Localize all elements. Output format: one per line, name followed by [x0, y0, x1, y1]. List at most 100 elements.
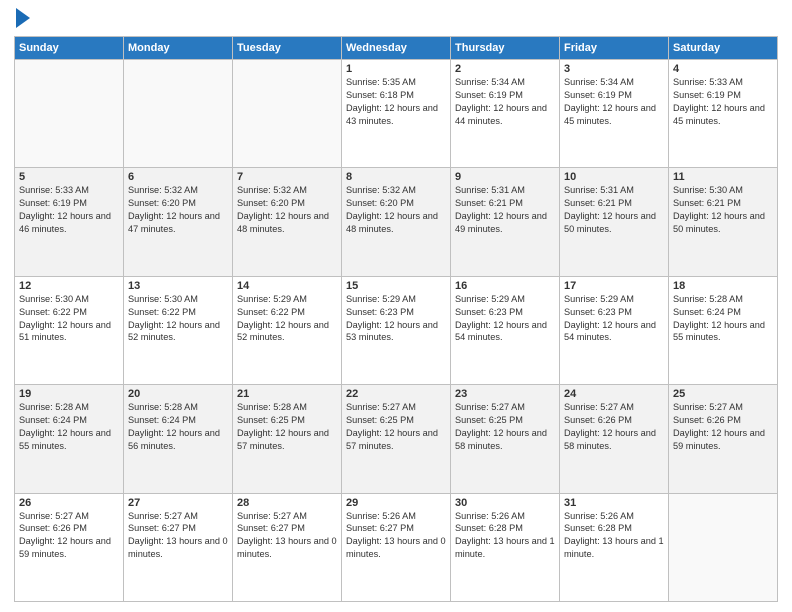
weekday-header: Monday [124, 37, 233, 60]
day-number: 24 [564, 388, 664, 400]
day-info: Sunrise: 5:26 AM Sunset: 6:28 PM Dayligh… [564, 510, 664, 562]
day-info: Sunrise: 5:29 AM Sunset: 6:22 PM Dayligh… [237, 293, 337, 345]
day-info: Sunrise: 5:26 AM Sunset: 6:28 PM Dayligh… [455, 510, 555, 562]
day-info: Sunrise: 5:27 AM Sunset: 6:26 PM Dayligh… [673, 401, 773, 453]
logo-arrow-icon [16, 8, 30, 28]
day-info: Sunrise: 5:29 AM Sunset: 6:23 PM Dayligh… [455, 293, 555, 345]
day-number: 13 [128, 280, 228, 292]
calendar-week-row: 19Sunrise: 5:28 AM Sunset: 6:24 PM Dayli… [15, 385, 778, 493]
calendar-cell [15, 60, 124, 168]
day-info: Sunrise: 5:34 AM Sunset: 6:19 PM Dayligh… [564, 76, 664, 128]
calendar-cell: 15Sunrise: 5:29 AM Sunset: 6:23 PM Dayli… [342, 276, 451, 384]
day-number: 7 [237, 171, 337, 183]
weekday-header: Sunday [15, 37, 124, 60]
day-number: 5 [19, 171, 119, 183]
weekday-header: Friday [560, 37, 669, 60]
calendar-cell: 26Sunrise: 5:27 AM Sunset: 6:26 PM Dayli… [15, 493, 124, 601]
calendar-cell: 19Sunrise: 5:28 AM Sunset: 6:24 PM Dayli… [15, 385, 124, 493]
calendar-week-row: 5Sunrise: 5:33 AM Sunset: 6:19 PM Daylig… [15, 168, 778, 276]
calendar-cell: 8Sunrise: 5:32 AM Sunset: 6:20 PM Daylig… [342, 168, 451, 276]
day-number: 15 [346, 280, 446, 292]
day-info: Sunrise: 5:33 AM Sunset: 6:19 PM Dayligh… [673, 76, 773, 128]
calendar-cell: 27Sunrise: 5:27 AM Sunset: 6:27 PM Dayli… [124, 493, 233, 601]
header [14, 10, 778, 28]
day-number: 26 [19, 497, 119, 509]
calendar-cell: 17Sunrise: 5:29 AM Sunset: 6:23 PM Dayli… [560, 276, 669, 384]
day-number: 22 [346, 388, 446, 400]
day-number: 1 [346, 63, 446, 75]
day-number: 11 [673, 171, 773, 183]
calendar-cell: 4Sunrise: 5:33 AM Sunset: 6:19 PM Daylig… [669, 60, 778, 168]
day-info: Sunrise: 5:30 AM Sunset: 6:21 PM Dayligh… [673, 184, 773, 236]
day-number: 28 [237, 497, 337, 509]
day-number: 12 [19, 280, 119, 292]
day-number: 27 [128, 497, 228, 509]
day-info: Sunrise: 5:32 AM Sunset: 6:20 PM Dayligh… [237, 184, 337, 236]
day-info: Sunrise: 5:32 AM Sunset: 6:20 PM Dayligh… [346, 184, 446, 236]
calendar-cell: 12Sunrise: 5:30 AM Sunset: 6:22 PM Dayli… [15, 276, 124, 384]
weekday-header: Saturday [669, 37, 778, 60]
day-info: Sunrise: 5:27 AM Sunset: 6:25 PM Dayligh… [346, 401, 446, 453]
calendar-cell: 9Sunrise: 5:31 AM Sunset: 6:21 PM Daylig… [451, 168, 560, 276]
day-info: Sunrise: 5:30 AM Sunset: 6:22 PM Dayligh… [19, 293, 119, 345]
calendar-week-row: 26Sunrise: 5:27 AM Sunset: 6:26 PM Dayli… [15, 493, 778, 601]
day-info: Sunrise: 5:30 AM Sunset: 6:22 PM Dayligh… [128, 293, 228, 345]
day-info: Sunrise: 5:28 AM Sunset: 6:24 PM Dayligh… [673, 293, 773, 345]
calendar-cell: 7Sunrise: 5:32 AM Sunset: 6:20 PM Daylig… [233, 168, 342, 276]
calendar-cell: 10Sunrise: 5:31 AM Sunset: 6:21 PM Dayli… [560, 168, 669, 276]
day-number: 31 [564, 497, 664, 509]
day-number: 17 [564, 280, 664, 292]
day-number: 19 [19, 388, 119, 400]
calendar-cell: 29Sunrise: 5:26 AM Sunset: 6:27 PM Dayli… [342, 493, 451, 601]
weekday-header: Thursday [451, 37, 560, 60]
day-number: 6 [128, 171, 228, 183]
calendar-cell: 13Sunrise: 5:30 AM Sunset: 6:22 PM Dayli… [124, 276, 233, 384]
day-info: Sunrise: 5:27 AM Sunset: 6:25 PM Dayligh… [455, 401, 555, 453]
page: SundayMondayTuesdayWednesdayThursdayFrid… [0, 0, 792, 612]
logo [14, 10, 32, 28]
day-info: Sunrise: 5:31 AM Sunset: 6:21 PM Dayligh… [564, 184, 664, 236]
calendar-header-row: SundayMondayTuesdayWednesdayThursdayFrid… [15, 37, 778, 60]
calendar-cell: 30Sunrise: 5:26 AM Sunset: 6:28 PM Dayli… [451, 493, 560, 601]
day-info: Sunrise: 5:33 AM Sunset: 6:19 PM Dayligh… [19, 184, 119, 236]
day-number: 3 [564, 63, 664, 75]
day-info: Sunrise: 5:34 AM Sunset: 6:19 PM Dayligh… [455, 76, 555, 128]
day-number: 21 [237, 388, 337, 400]
day-number: 14 [237, 280, 337, 292]
calendar-cell: 18Sunrise: 5:28 AM Sunset: 6:24 PM Dayli… [669, 276, 778, 384]
calendar-cell: 31Sunrise: 5:26 AM Sunset: 6:28 PM Dayli… [560, 493, 669, 601]
day-info: Sunrise: 5:28 AM Sunset: 6:25 PM Dayligh… [237, 401, 337, 453]
day-info: Sunrise: 5:28 AM Sunset: 6:24 PM Dayligh… [19, 401, 119, 453]
day-number: 29 [346, 497, 446, 509]
day-number: 18 [673, 280, 773, 292]
calendar-table: SundayMondayTuesdayWednesdayThursdayFrid… [14, 36, 778, 602]
calendar-cell: 28Sunrise: 5:27 AM Sunset: 6:27 PM Dayli… [233, 493, 342, 601]
day-number: 25 [673, 388, 773, 400]
calendar-week-row: 12Sunrise: 5:30 AM Sunset: 6:22 PM Dayli… [15, 276, 778, 384]
calendar-cell: 20Sunrise: 5:28 AM Sunset: 6:24 PM Dayli… [124, 385, 233, 493]
weekday-header: Wednesday [342, 37, 451, 60]
calendar-week-row: 1Sunrise: 5:35 AM Sunset: 6:18 PM Daylig… [15, 60, 778, 168]
day-number: 16 [455, 280, 555, 292]
calendar-cell: 24Sunrise: 5:27 AM Sunset: 6:26 PM Dayli… [560, 385, 669, 493]
calendar-cell: 25Sunrise: 5:27 AM Sunset: 6:26 PM Dayli… [669, 385, 778, 493]
calendar-cell: 23Sunrise: 5:27 AM Sunset: 6:25 PM Dayli… [451, 385, 560, 493]
day-number: 20 [128, 388, 228, 400]
day-number: 23 [455, 388, 555, 400]
day-info: Sunrise: 5:27 AM Sunset: 6:26 PM Dayligh… [564, 401, 664, 453]
calendar-cell: 3Sunrise: 5:34 AM Sunset: 6:19 PM Daylig… [560, 60, 669, 168]
calendar-cell [124, 60, 233, 168]
day-info: Sunrise: 5:35 AM Sunset: 6:18 PM Dayligh… [346, 76, 446, 128]
calendar-cell: 11Sunrise: 5:30 AM Sunset: 6:21 PM Dayli… [669, 168, 778, 276]
day-number: 10 [564, 171, 664, 183]
day-info: Sunrise: 5:27 AM Sunset: 6:27 PM Dayligh… [237, 510, 337, 562]
calendar-cell [233, 60, 342, 168]
day-info: Sunrise: 5:29 AM Sunset: 6:23 PM Dayligh… [346, 293, 446, 345]
calendar-cell: 22Sunrise: 5:27 AM Sunset: 6:25 PM Dayli… [342, 385, 451, 493]
day-info: Sunrise: 5:32 AM Sunset: 6:20 PM Dayligh… [128, 184, 228, 236]
weekday-header: Tuesday [233, 37, 342, 60]
calendar-cell: 1Sunrise: 5:35 AM Sunset: 6:18 PM Daylig… [342, 60, 451, 168]
calendar-cell: 2Sunrise: 5:34 AM Sunset: 6:19 PM Daylig… [451, 60, 560, 168]
calendar-cell: 6Sunrise: 5:32 AM Sunset: 6:20 PM Daylig… [124, 168, 233, 276]
day-number: 8 [346, 171, 446, 183]
